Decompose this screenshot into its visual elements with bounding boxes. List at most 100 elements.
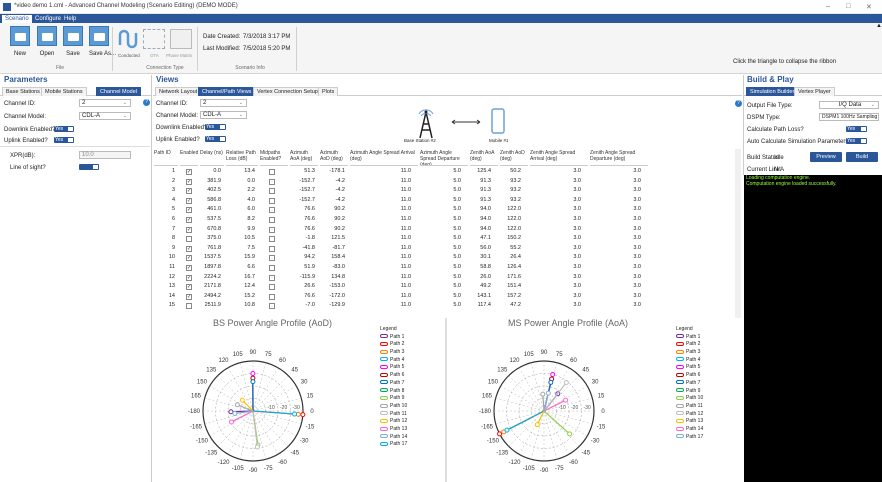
tab-vertex-player[interactable]: Vertex Player — [794, 87, 835, 96]
table-cell[interactable]: 117.4 — [478, 301, 491, 311]
table-cell[interactable]: 15.2 — [244, 292, 255, 302]
table-cell[interactable]: 3.0 — [573, 301, 581, 311]
table-cell[interactable]: 11 — [169, 263, 175, 273]
table-cell[interactable]: 2224.2 — [204, 273, 221, 283]
table-cell[interactable]: 3.0 — [573, 167, 581, 177]
table-cell[interactable]: 11.0 — [401, 196, 411, 206]
table-cell[interactable]: 143.1 — [477, 292, 491, 302]
table-cell[interactable]: 26.6 — [304, 282, 315, 292]
column-header[interactable]: Zenith Angle Spread Departure (deg) — [590, 149, 648, 166]
table-cell[interactable]: 6.6 — [247, 263, 255, 273]
enabled-checkbox[interactable]: ✓ — [186, 207, 192, 214]
table-cell[interactable]: 5.0 — [453, 292, 461, 302]
column-header[interactable]: Enabled? — [180, 149, 198, 166]
table-cell[interactable]: 3.0 — [633, 225, 641, 235]
table-cell[interactable]: 381.9 — [207, 177, 221, 187]
table-cell[interactable]: 2494.2 — [204, 292, 221, 302]
enabled-checkbox[interactable]: ✓ — [186, 188, 192, 195]
table-cell[interactable]: 5.0 — [453, 205, 461, 215]
table-cell[interactable]: 11.0 — [401, 282, 411, 292]
table-cell[interactable]: 15.9 — [244, 253, 255, 263]
table-cell[interactable]: 3.0 — [633, 234, 641, 244]
channel-model-select[interactable]: CDL-A ⌄ — [79, 112, 131, 120]
table-cell[interactable]: 58.8 — [480, 263, 491, 273]
column-header[interactable]: Relative Path Loss (dB) — [226, 149, 258, 166]
uplink-toggle[interactable]: Yes — [54, 137, 74, 143]
enabled-checkbox[interactable] — [186, 236, 192, 243]
line-of-sight-toggle[interactable] — [79, 164, 99, 170]
column-header[interactable]: Zenith AoA (deg) — [470, 149, 498, 166]
table-cell[interactable]: 5.0 — [453, 234, 461, 244]
midpaths-checkbox[interactable] — [269, 293, 275, 300]
table-cell[interactable]: 11.0 — [401, 263, 411, 273]
table-cell[interactable]: 402.5 — [207, 186, 221, 196]
table-cell[interactable]: 122.0 — [507, 225, 521, 235]
table-cell[interactable]: 11.0 — [401, 186, 411, 196]
table-cell[interactable]: 5.0 — [453, 177, 461, 187]
table-cell[interactable]: 0.0 — [247, 177, 255, 187]
column-header[interactable]: Azimuth AoA (deg) — [290, 149, 318, 166]
table-cell[interactable]: 1897.8 — [204, 263, 221, 273]
table-cell[interactable]: 6.0 — [247, 205, 255, 215]
enabled-checkbox[interactable]: ✓ — [186, 178, 192, 185]
table-cell[interactable]: 76.6 — [304, 225, 315, 235]
table-cell[interactable]: 3.0 — [633, 186, 641, 196]
enabled-checkbox[interactable]: ✓ — [186, 169, 192, 175]
table-cell[interactable]: 3.0 — [633, 301, 641, 311]
tab-base-stations[interactable]: Base Stations — [2, 87, 44, 96]
table-cell[interactable]: 51.3 — [304, 167, 315, 177]
table-cell[interactable]: 3.0 — [573, 215, 581, 225]
table-cell[interactable]: 3.0 — [573, 244, 581, 254]
enabled-checkbox[interactable]: ✓ — [186, 293, 192, 300]
table-cell[interactable]: 122.0 — [507, 215, 521, 225]
table-cell[interactable]: 93.2 — [510, 196, 521, 206]
table-cell[interactable]: 586.8 — [207, 196, 221, 206]
midpaths-checkbox[interactable] — [269, 303, 275, 310]
table-cell[interactable]: 5.0 — [453, 301, 461, 311]
table-cell[interactable]: 11.0 — [401, 177, 411, 187]
table-cell[interactable]: 13.4 — [244, 167, 255, 177]
table-cell[interactable]: 76.6 — [304, 215, 315, 225]
midpaths-checkbox[interactable] — [269, 178, 275, 185]
table-cell[interactable]: 10.5 — [244, 234, 255, 244]
column-header[interactable]: Path ID — [154, 149, 178, 166]
table-cell[interactable]: 76.6 — [304, 205, 315, 215]
table-cell[interactable]: 125.4 — [477, 167, 491, 177]
mobile-icon[interactable] — [491, 108, 505, 134]
views-uplink-toggle[interactable]: Yes — [205, 136, 226, 142]
table-cell[interactable]: 11.0 — [401, 234, 411, 244]
table-row[interactable]: 7 ✓ 670.8 9.9 76.6 90.2 11.0 5.0 94.0 122.0 3.0 3.0 — [153, 225, 735, 235]
table-cell[interactable]: 5.0 — [453, 215, 461, 225]
table-cell[interactable]: 3.0 — [633, 205, 641, 215]
table-cell[interactable]: 7.5 — [247, 244, 255, 254]
table-cell[interactable]: 5.0 — [453, 196, 461, 206]
midpaths-checkbox[interactable] — [269, 255, 275, 262]
table-cell[interactable]: -81.7 — [332, 244, 345, 254]
table-cell[interactable]: 3.0 — [573, 273, 581, 283]
table-cell[interactable]: 3.0 — [573, 186, 581, 196]
table-cell[interactable]: 76.6 — [304, 292, 315, 302]
table-cell[interactable]: 11.0 — [401, 292, 411, 302]
column-header[interactable]: Delay (ns) — [200, 149, 224, 166]
table-cell[interactable]: 5 — [172, 205, 175, 215]
table-row[interactable]: 3 ✓ 402.5 2.2 -152.7 -4.2 11.0 5.0 91.3 93.2 3.0 3.… — [153, 186, 735, 196]
table-cell[interactable]: 11.0 — [401, 215, 411, 225]
table-cell[interactable]: 30.1 — [480, 253, 491, 263]
preview-button[interactable]: Preview — [810, 152, 842, 162]
midpaths-checkbox[interactable] — [269, 197, 275, 204]
table-cell[interactable]: 157.2 — [507, 292, 521, 302]
table-cell[interactable]: 3.0 — [633, 263, 641, 273]
midpaths-checkbox[interactable] — [269, 265, 275, 271]
table-cell[interactable]: -152.7 — [299, 196, 315, 206]
close-icon[interactable]: ✕ — [866, 3, 872, 11]
table-cell[interactable]: 171.6 — [507, 273, 521, 283]
table-cell[interactable]: 90.2 — [334, 225, 345, 235]
maximize-icon[interactable]: □ — [846, 3, 850, 10]
table-cell[interactable]: 93.2 — [510, 177, 521, 187]
enabled-checkbox[interactable]: ✓ — [186, 197, 192, 204]
table-row[interactable]: 8 375.0 10.5 -1.8 121.5 11.0 5.0 47.1 150.2 3.0 3.… — [153, 234, 735, 244]
table-cell[interactable]: -129.9 — [329, 301, 345, 311]
column-header[interactable]: Zenith AoD (deg) — [500, 149, 528, 166]
tab-channel-path-views[interactable]: Channel/Path Views — [198, 87, 256, 96]
enabled-checkbox[interactable]: ✓ — [186, 245, 192, 252]
